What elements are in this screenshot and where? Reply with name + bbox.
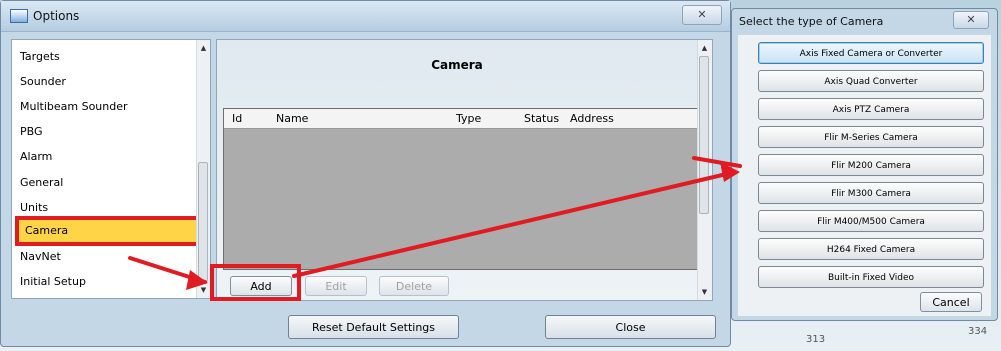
- column-type[interactable]: Type: [456, 112, 481, 125]
- nav-item-pbg[interactable]: PBG: [12, 121, 198, 143]
- camera-type-flir-m300[interactable]: Flir M300 Camera: [758, 182, 984, 204]
- column-status[interactable]: Status: [524, 112, 559, 125]
- nav-item-camera[interactable]: Camera: [15, 216, 201, 246]
- grid-header: Id Name Type Status Address: [224, 109, 704, 129]
- scroll-thumb[interactable]: [198, 162, 208, 282]
- camera-grid[interactable]: Id Name Type Status Address: [223, 108, 705, 270]
- nav-item-alarm[interactable]: Alarm: [12, 146, 198, 168]
- close-dialog-button[interactable]: ✕: [953, 11, 989, 29]
- close-button[interactable]: Close: [545, 315, 716, 339]
- camera-type-built-in-fixed-video[interactable]: Built-in Fixed Video: [758, 266, 984, 288]
- scroll-thumb[interactable]: [699, 56, 709, 214]
- scroll-down-icon[interactable]: ▼: [698, 286, 711, 298]
- camera-type-dialog: Select the type of Camera ✕ Axis Fixed C…: [731, 8, 998, 321]
- map-depth-label: 313: [806, 334, 826, 345]
- camera-type-flir-m400-m500[interactable]: Flir M400/M500 Camera: [758, 210, 984, 232]
- cancel-button[interactable]: Cancel: [920, 292, 982, 312]
- window-icon: [10, 9, 28, 23]
- nav-scrollbar[interactable]: ▲ ▼: [196, 40, 210, 298]
- dialog-title: Select the type of Camera: [739, 15, 884, 28]
- camera-panel: Camera Id Name Type Status Address Add E…: [216, 39, 713, 301]
- edit-button[interactable]: Edit: [305, 276, 367, 296]
- column-name[interactable]: Name: [276, 112, 308, 125]
- delete-button[interactable]: Delete: [379, 276, 449, 296]
- options-nav-list: Targets Sounder Multibeam Sounder PBG Al…: [11, 39, 211, 299]
- camera-type-flir-m-series[interactable]: Flir M-Series Camera: [758, 126, 984, 148]
- dialog-body: Axis Fixed Camera or Converter Axis Quad…: [738, 35, 991, 316]
- scroll-down-icon[interactable]: ▼: [197, 284, 210, 296]
- nav-item-multibeam-sounder[interactable]: Multibeam Sounder: [12, 96, 198, 118]
- map-depth-label: 334: [968, 326, 988, 337]
- nav-item-targets[interactable]: Targets: [12, 46, 198, 68]
- camera-type-h264-fixed[interactable]: H264 Fixed Camera: [758, 238, 984, 260]
- window-title: Options: [33, 9, 80, 23]
- nav-item-general[interactable]: General: [12, 172, 198, 194]
- scroll-up-icon[interactable]: ▲: [197, 42, 210, 54]
- reset-default-settings-button[interactable]: Reset Default Settings: [288, 315, 459, 339]
- nav-item-navnet[interactable]: NavNet: [12, 246, 198, 268]
- camera-type-axis-fixed[interactable]: Axis Fixed Camera or Converter: [758, 42, 984, 64]
- column-address[interactable]: Address: [570, 112, 614, 125]
- panel-scrollbar[interactable]: ▲ ▼: [697, 40, 712, 300]
- annotation-box: [210, 264, 301, 301]
- column-id[interactable]: Id: [232, 112, 242, 125]
- camera-type-axis-quad[interactable]: Axis Quad Converter: [758, 70, 984, 92]
- options-window: Options ✕ Targets Sounder Multibeam Soun…: [0, 0, 731, 347]
- title-bar: Options ✕: [1, 1, 730, 32]
- panel-title: Camera: [431, 58, 483, 72]
- scroll-up-icon[interactable]: ▲: [698, 42, 711, 54]
- nav-item-sounder[interactable]: Sounder: [12, 71, 198, 93]
- camera-type-axis-ptz[interactable]: Axis PTZ Camera: [758, 98, 984, 120]
- nav-item-initial-setup[interactable]: Initial Setup: [12, 271, 198, 293]
- close-window-button[interactable]: ✕: [682, 5, 722, 25]
- camera-type-flir-m200[interactable]: Flir M200 Camera: [758, 154, 984, 176]
